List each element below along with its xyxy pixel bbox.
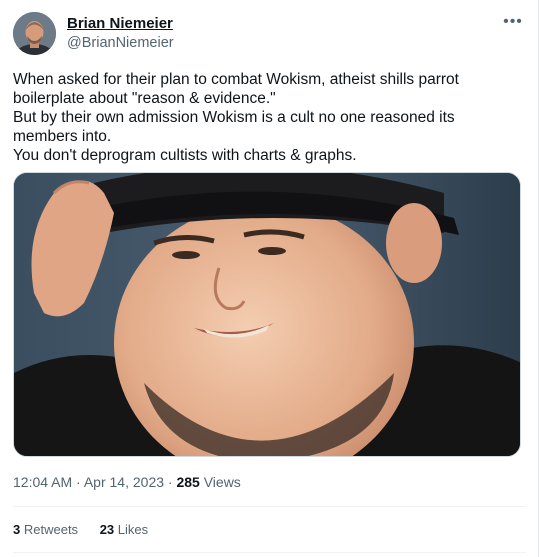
author-display-name[interactable]: Brian Niemeier	[67, 15, 173, 32]
tweet-media-photo[interactable]	[13, 172, 521, 457]
tweet-meta: 12:04 AM · Apr 14, 2023 · 285 Views	[13, 474, 241, 490]
divider	[13, 552, 526, 553]
more-horizontal-icon[interactable]: •••	[500, 14, 526, 32]
views-count: 285	[176, 474, 200, 490]
tweet-date[interactable]: Apr 14, 2023	[84, 474, 164, 490]
tweet-text-line: You don't deprogram cultists with charts…	[13, 147, 357, 164]
retweets-count: 3	[13, 522, 21, 537]
divider	[13, 506, 526, 507]
tweet-text-line: When asked for their plan to combat Woki…	[13, 71, 459, 88]
likes-link[interactable]: 23 Likes	[100, 522, 148, 537]
views-label: Views	[203, 474, 241, 490]
tweet-time[interactable]: 12:04 AM	[13, 474, 72, 490]
author-handle[interactable]: @BrianNiemeier	[67, 35, 174, 51]
meta-separator: ·	[76, 474, 81, 490]
likes-count: 23	[99, 522, 115, 537]
meta-separator: ·	[167, 474, 173, 490]
tweet-text-line: members into.	[13, 128, 112, 145]
avatar[interactable]	[13, 12, 56, 55]
tweet-stats: 3 Retweets 23 Likes	[13, 522, 148, 537]
tweet-text-line: boilerplate about "reason & evidence."	[13, 90, 276, 107]
tweet-text: When asked for their plan to combat Woki…	[13, 70, 528, 165]
tweet-text-line: But by their own admission Wokism is a c…	[13, 109, 455, 126]
retweets-link[interactable]: 3 Retweets	[13, 522, 82, 537]
tweet-card: Brian Niemeier @BrianNiemeier ••• When a…	[0, 0, 539, 557]
likes-label: Likes	[117, 522, 149, 537]
retweets-label: Retweets	[23, 522, 79, 537]
